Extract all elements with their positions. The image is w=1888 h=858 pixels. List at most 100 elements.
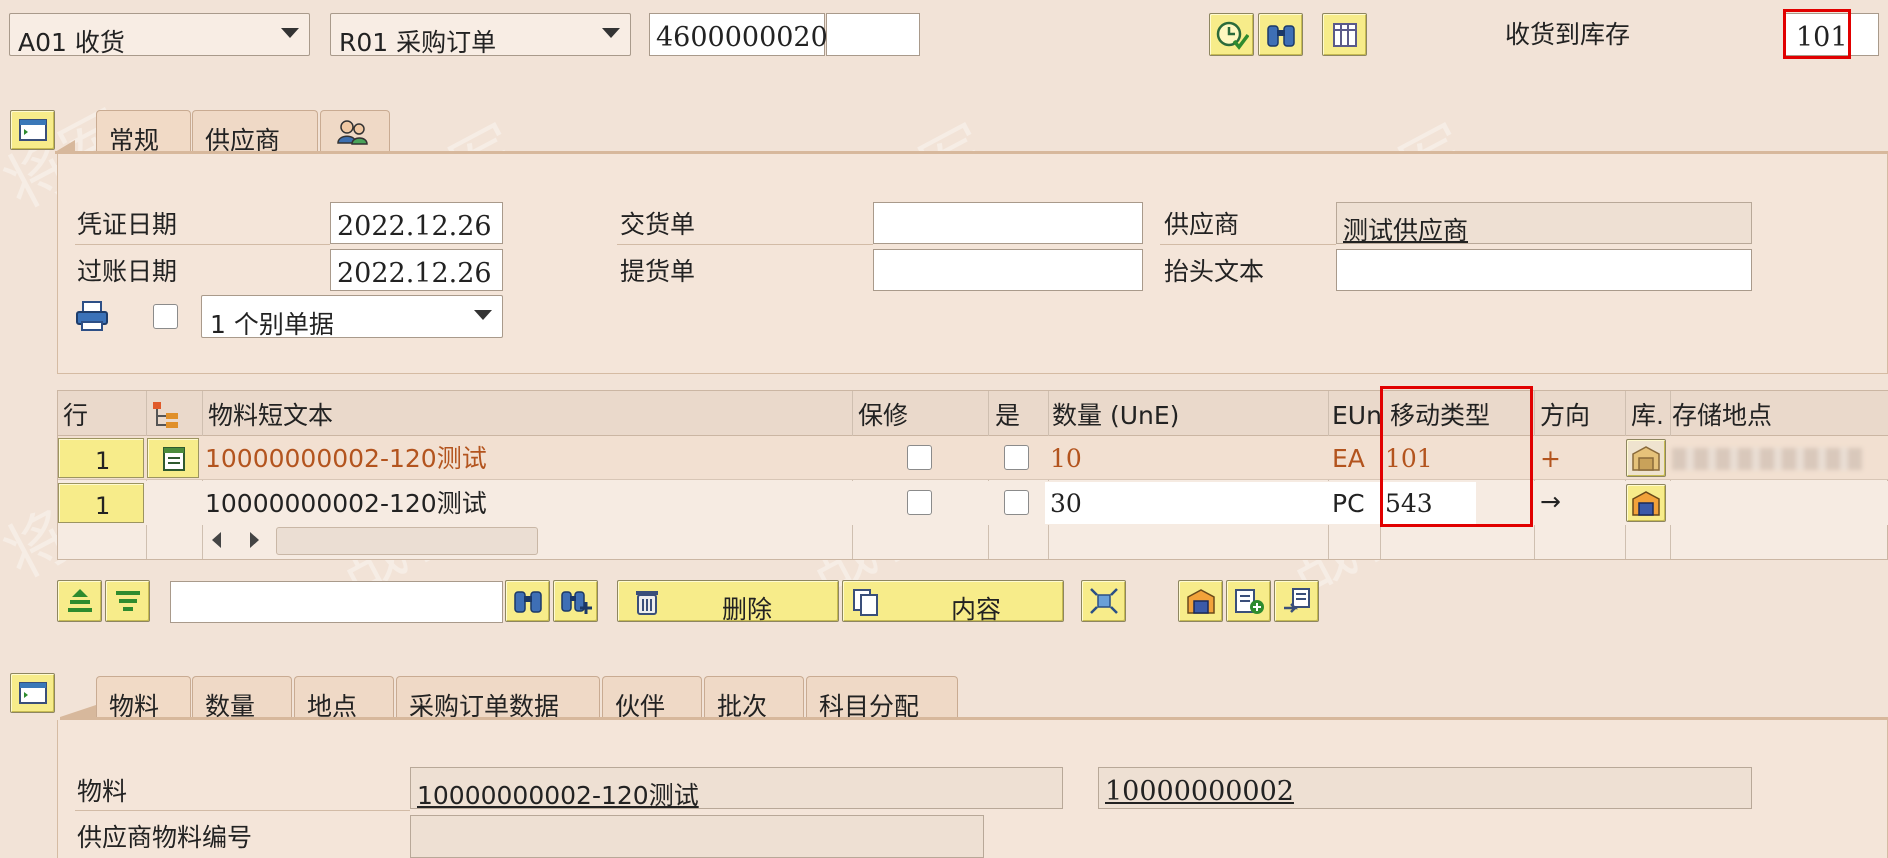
warehouse-icon — [1632, 491, 1660, 516]
material-text-value: 10000000002-120测试 — [417, 781, 699, 810]
table-layout-icon — [1332, 22, 1357, 47]
hierarchy-icon[interactable] — [150, 399, 182, 431]
row-direction: → — [1540, 487, 1561, 516]
tab-partner[interactable]: 伙伴 — [602, 676, 702, 721]
find-button[interactable] — [1258, 13, 1303, 56]
header-text-label: 抬头文本 — [1164, 257, 1265, 286]
header-text-input[interactable] — [1336, 249, 1752, 291]
tab-location[interactable]: 地点 — [294, 676, 394, 721]
warranty-checkbox[interactable] — [907, 445, 932, 470]
row-selector[interactable]: 1 — [58, 483, 144, 523]
transaction-select-value: A01 收货 — [18, 28, 125, 57]
doc-date-input[interactable]: 2022.12.26 — [330, 202, 503, 244]
print-version-select[interactable]: 1 个别单据 — [201, 295, 503, 339]
storage-button[interactable] — [1626, 439, 1666, 477]
clock-check-icon — [1216, 21, 1249, 50]
row-selector[interactable]: 1 — [58, 438, 144, 478]
warehouse-icon — [1632, 446, 1660, 471]
row-qty[interactable]: 30 — [1050, 491, 1082, 516]
find-button[interactable] — [505, 580, 550, 622]
label-underline — [75, 244, 330, 245]
panel-toggle-icon — [18, 682, 47, 704]
po-item-input[interactable] — [826, 13, 920, 56]
print-checkbox[interactable] — [153, 304, 178, 329]
scroll-right-arrow[interactable] — [250, 532, 259, 548]
post-date-input[interactable]: 2022.12.26 — [330, 249, 503, 291]
col-header-storage-location[interactable]: 存储地点 — [1672, 403, 1772, 428]
contents-button[interactable]: 内容 — [842, 580, 1064, 624]
bill-of-lading-input[interactable] — [873, 249, 1143, 291]
print-version-value: 1 个别单据 — [210, 310, 334, 339]
tab-po-data[interactable]: 采购订单数据 — [396, 676, 600, 721]
binoculars-icon — [513, 591, 542, 613]
storage-button[interactable] — [1626, 484, 1666, 522]
scroll-left-arrow[interactable] — [212, 532, 221, 548]
expand-icon — [67, 589, 92, 612]
material-number-value: 10000000002 — [1105, 776, 1294, 807]
post-date-value: 2022.12.26 — [337, 258, 492, 289]
row-qty[interactable]: 10 — [1050, 446, 1082, 471]
col-header-ok[interactable]: 是 — [995, 403, 1020, 428]
warranty-checkbox[interactable] — [907, 490, 932, 515]
tab-quantity[interactable]: 数量 — [192, 676, 292, 721]
tab-account-assignment[interactable]: 科目分配 — [806, 676, 958, 721]
col-header-line[interactable]: 行 — [63, 403, 88, 428]
execute-button[interactable] — [1209, 13, 1254, 56]
transfer-button[interactable] — [1274, 580, 1319, 622]
row-unit[interactable]: EA — [1332, 446, 1365, 471]
persons-icon — [337, 120, 368, 145]
tab-material[interactable]: 物料 — [96, 676, 191, 721]
printer-icon[interactable] — [74, 300, 110, 332]
vendor-field[interactable]: 测试供应商 — [1336, 202, 1752, 245]
storage-location-button[interactable] — [1178, 580, 1223, 622]
tab-vendor[interactable]: 供应商 — [192, 110, 318, 155]
ok-checkbox[interactable] — [1004, 445, 1029, 470]
trash-icon — [636, 591, 658, 615]
vendor-value: 测试供应商 — [1343, 216, 1469, 245]
blurred-storage-location — [1672, 448, 1862, 470]
tab-batch[interactable]: 批次 — [704, 676, 804, 721]
row-line-number: 1 — [95, 492, 111, 520]
row-detail-button[interactable] — [147, 438, 199, 478]
find-next-button[interactable] — [553, 580, 598, 622]
item-search-input[interactable] — [170, 581, 503, 623]
row-material-text: 10000000002-120测试 — [205, 489, 487, 518]
material-text-field[interactable]: 10000000002-120测试 — [410, 767, 1063, 810]
horizontal-scrollbar[interactable] — [276, 527, 538, 555]
fullscreen-icon — [1089, 588, 1118, 614]
reference-doc-select-value: R01 采购订单 — [339, 28, 497, 57]
header-toggle-button[interactable] — [10, 110, 55, 150]
ok-checkbox[interactable] — [1004, 490, 1029, 515]
add-item-button[interactable] — [1226, 580, 1271, 622]
material-number-field[interactable]: 10000000002 — [1098, 767, 1752, 809]
doc-date-label: 凭证日期 — [77, 210, 178, 239]
warehouse-icon — [1186, 589, 1215, 614]
label-underline — [617, 244, 873, 245]
row-unit[interactable]: PC — [1332, 491, 1365, 516]
delivery-note-input[interactable] — [873, 202, 1143, 244]
expand-all-button[interactable] — [57, 580, 102, 622]
col-header-qty[interactable]: 数量 (UnE) — [1052, 403, 1179, 428]
contents-button-label: 内容 — [951, 595, 1002, 624]
layout-button[interactable] — [1322, 13, 1367, 56]
detail-toggle-button[interactable] — [10, 673, 55, 713]
vendor-label: 供应商 — [1164, 210, 1240, 239]
col-header-storage[interactable]: 库. — [1631, 403, 1664, 428]
red-highlight-box — [1380, 386, 1533, 527]
chevron-down-icon — [281, 28, 299, 38]
tab-partners[interactable] — [320, 110, 390, 152]
tab-general[interactable]: 常规 — [96, 110, 191, 155]
vendor-material-field[interactable] — [410, 815, 984, 858]
reference-doc-select[interactable]: R01 采购订单 — [330, 13, 631, 57]
vendor-material-label: 供应商物料编号 — [77, 823, 253, 852]
po-number-input[interactable]: 4600000020 — [649, 13, 828, 56]
col-header-warranty[interactable]: 保修 — [858, 403, 908, 428]
filter-button[interactable] — [105, 580, 150, 622]
col-header-unit[interactable]: EUn — [1332, 403, 1382, 428]
delete-button[interactable]: 删除 — [617, 580, 839, 624]
col-header-direction[interactable]: 方向 — [1540, 403, 1590, 428]
col-header-short-text[interactable]: 物料短文本 — [208, 403, 333, 428]
transaction-select[interactable]: A01 收货 — [9, 13, 310, 57]
document-copy-icon — [853, 589, 878, 616]
fullscreen-button[interactable] — [1081, 580, 1126, 622]
